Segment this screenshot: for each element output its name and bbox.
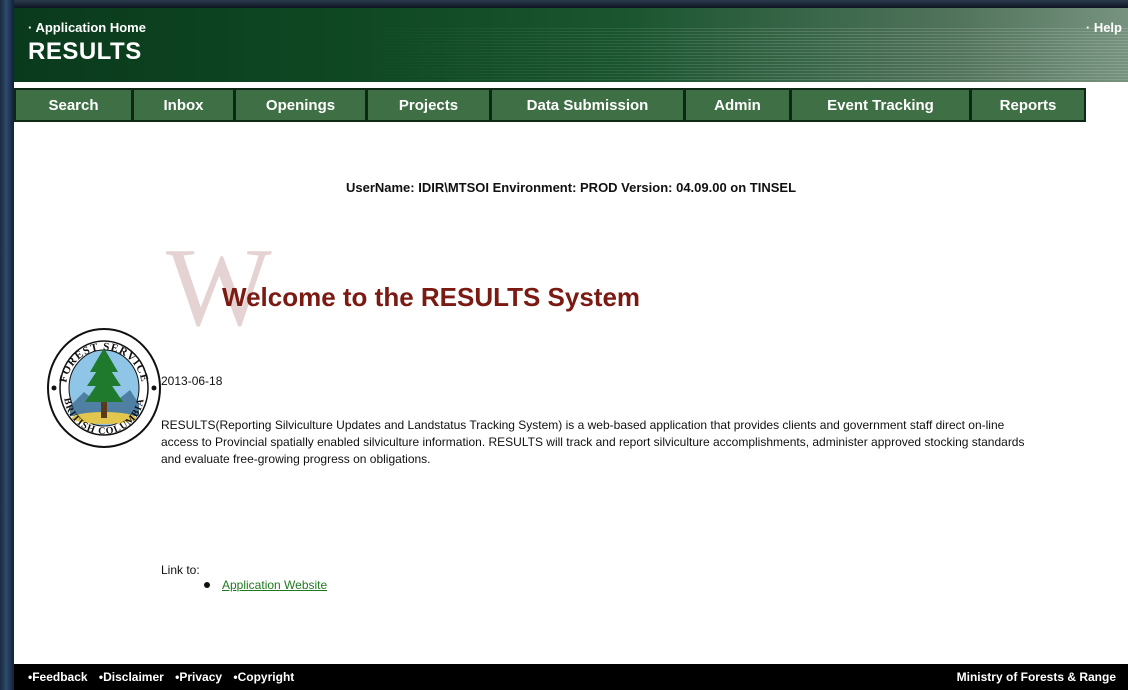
publish-date: 2013-06-18 — [161, 374, 223, 388]
main-nav: Search Inbox Openings Projects Data Subm… — [14, 88, 1086, 122]
footer-bar: •Feedback •Disclaimer •Privacy •Copyrigh… — [14, 664, 1128, 690]
link-to-label: Link to: — [161, 563, 200, 577]
tab-openings[interactable]: Openings — [234, 88, 366, 122]
application-website-link[interactable]: Application Website — [222, 578, 327, 592]
feedback-link[interactable]: •Feedback — [28, 670, 88, 684]
system-description: RESULTS(Reporting Silviculture Updates a… — [161, 418, 1025, 466]
tab-event-tracking[interactable]: Event Tracking — [790, 88, 970, 122]
tab-inbox[interactable]: Inbox — [132, 88, 234, 122]
header-stripes — [354, 28, 1128, 82]
link-list: Application Website — [204, 578, 327, 592]
window-frame-left — [0, 0, 14, 690]
tab-projects[interactable]: Projects — [366, 88, 490, 122]
window-frame-top — [0, 0, 1128, 8]
privacy-link[interactable]: •Privacy — [175, 670, 222, 684]
help-link[interactable]: · Help — [1086, 20, 1122, 35]
tab-admin[interactable]: Admin — [684, 88, 790, 122]
tab-data-submission[interactable]: Data Submission — [490, 88, 684, 122]
welcome-title: Welcome to the RESULTS System — [222, 282, 641, 312]
user-info-bar: UserName: IDIR\MTSOI Environment: PROD V… — [345, 180, 797, 195]
forest-service-logo: FOREST SERVICE BRITISH COLUMBIA — [47, 328, 161, 448]
tab-search[interactable]: Search — [14, 88, 132, 122]
list-item: Application Website — [204, 578, 327, 592]
app-page: · Application Home · Help RESULTS Search… — [14, 8, 1128, 690]
footer-links: •Feedback •Disclaimer •Privacy •Copyrigh… — [28, 670, 302, 684]
copyright-link[interactable]: •Copyright — [233, 670, 294, 684]
app-title: RESULTS — [28, 38, 142, 65]
tab-reports[interactable]: Reports — [970, 88, 1086, 122]
application-home-link[interactable]: · Application Home — [28, 20, 146, 35]
ministry-name: Ministry of Forests & Range — [956, 670, 1116, 684]
header-banner: · Application Home · Help RESULTS — [14, 8, 1128, 82]
disclaimer-link[interactable]: •Disclaimer — [99, 670, 164, 684]
bullet-icon — [204, 582, 210, 588]
